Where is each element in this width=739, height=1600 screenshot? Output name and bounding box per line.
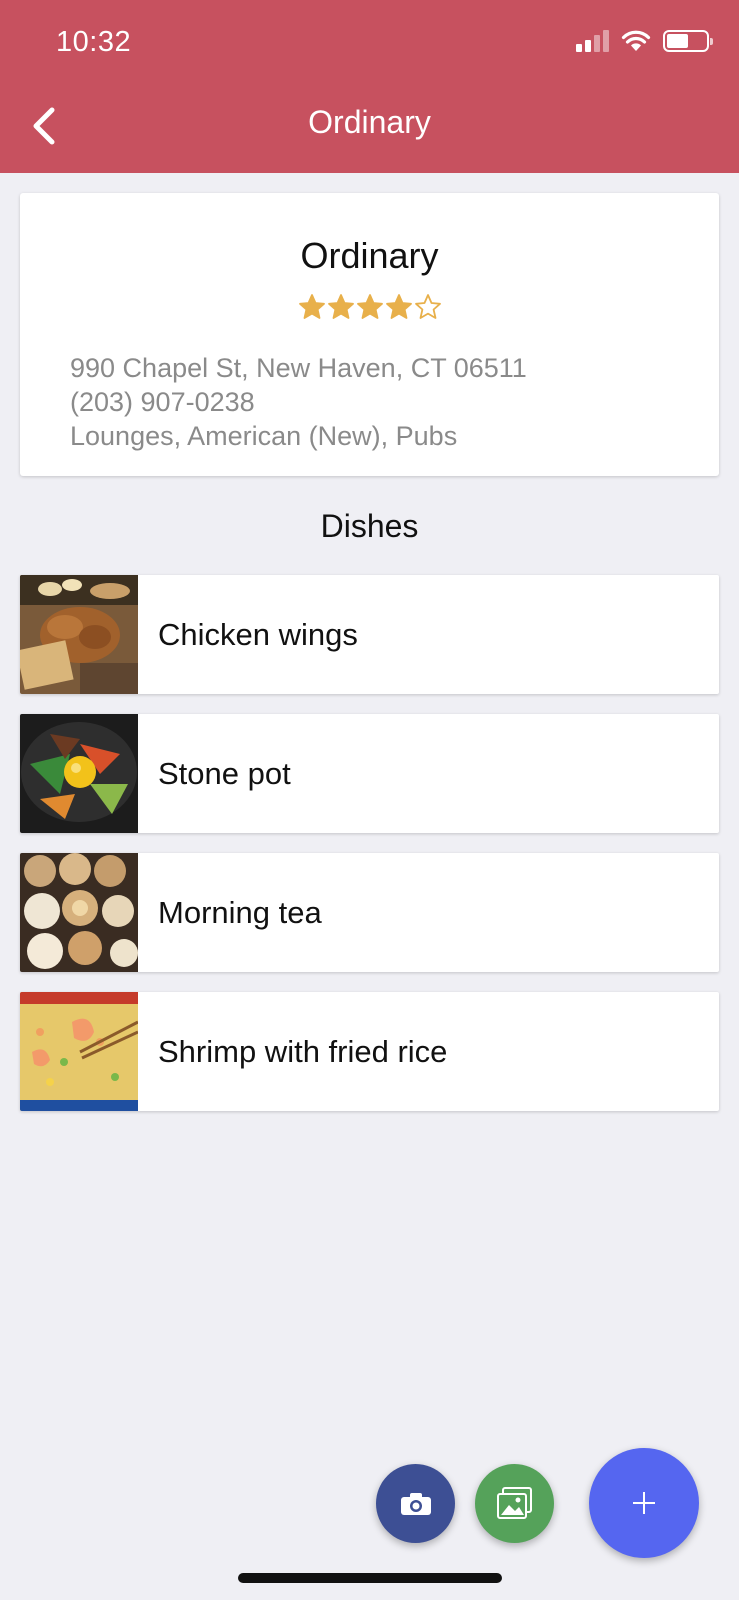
star-empty-icon: [414, 294, 441, 319]
dish-item-chicken-wings[interactable]: Chicken wings: [20, 575, 719, 694]
shrimp-fried-rice-photo: [20, 992, 138, 1111]
dish-name: Morning tea: [158, 894, 322, 930]
dish-name: Shrimp with fried rice: [158, 1033, 448, 1069]
restaurant-phone[interactable]: (203) 907-0238: [70, 385, 527, 419]
chicken-wings-photo: [20, 575, 138, 694]
dishes-section-title: Dishes: [320, 508, 419, 544]
dish-item-stone-pot[interactable]: Stone pot: [20, 714, 719, 833]
add-dish-button[interactable]: [589, 1448, 699, 1558]
cellular-signal-icon: [576, 30, 609, 52]
battery-icon: [663, 30, 713, 52]
restaurant-categories: Lounges, American (New), Pubs: [70, 421, 458, 451]
wifi-icon: [621, 30, 651, 51]
home-indicator[interactable]: [238, 1573, 502, 1583]
morning-tea-photo: [20, 853, 138, 972]
star-filled-icon: [327, 294, 354, 319]
plus-icon: [633, 1492, 655, 1514]
dish-name: Stone pot: [158, 755, 291, 791]
dish-item-morning-tea[interactable]: Morning tea: [20, 853, 719, 972]
restaurant-details: 990 Chapel St, New Haven, CT 06511 (203)…: [70, 351, 527, 453]
camera-icon: [400, 1492, 431, 1515]
dish-name: Chicken wings: [158, 616, 358, 652]
status-time: 10:32: [56, 26, 132, 58]
gallery-button[interactable]: [475, 1464, 554, 1543]
star-filled-icon: [385, 294, 412, 319]
camera-button[interactable]: [376, 1464, 455, 1543]
restaurant-address: 990 Chapel St, New Haven, CT 06511: [70, 353, 527, 383]
dish-item-shrimp-fried-rice[interactable]: Shrimp with fried rice: [20, 992, 719, 1111]
status-icons: [576, 30, 713, 52]
restaurant-info-card: Ordinary 990 Chapel St, New Haven, CT 06…: [20, 193, 719, 476]
app-header: 10:32 Ordinary: [0, 0, 739, 173]
nav-title: Ordinary: [308, 104, 431, 140]
stone-pot-photo: [20, 714, 138, 833]
dish-list: Chicken wings Stone pot Morning tea Shri…: [20, 575, 719, 1131]
gallery-icon: [496, 1486, 532, 1519]
rating-stars: [20, 293, 719, 321]
star-filled-icon: [298, 294, 325, 319]
star-filled-icon: [356, 294, 383, 319]
restaurant-name: Ordinary: [300, 235, 439, 276]
